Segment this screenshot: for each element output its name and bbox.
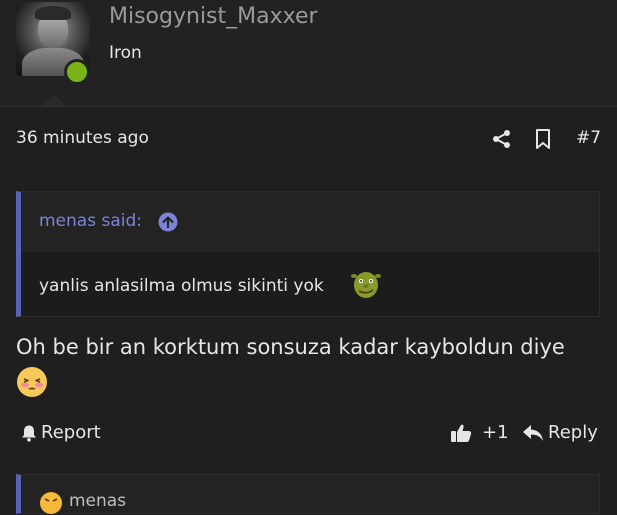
like-button[interactable]: +1 [450,422,509,443]
reply-label: Reply [548,422,598,443]
blush-emoji-icon [17,367,47,397]
angry-emoji-icon [40,492,62,514]
post-number-link[interactable]: #7 [576,128,601,148]
quote-author-link[interactable]: menas said: [39,211,142,231]
report-label: Report [41,422,101,443]
bookmark-icon[interactable] [534,129,552,149]
header-pointer [42,94,66,106]
next-quote-author[interactable]: menas [69,491,126,511]
user-rank: Iron [109,43,142,63]
reply-button[interactable]: Reply [522,422,598,443]
thumbs-up-icon [451,424,472,442]
arrow-up-circle-icon[interactable] [158,212,178,232]
post-timestamp[interactable]: 36 minutes ago [16,128,149,148]
quote-text: yanlis anlasilma olmus sikinti yok [39,276,324,296]
online-status-dot [64,59,90,85]
like-count: +1 [482,422,509,443]
quote-block: menas said: yanlis anlasilma olmus sikin… [16,191,600,317]
quote-header: menas said: [21,192,599,252]
next-quote-block: menas [16,474,600,514]
bell-icon [22,425,36,442]
username-link[interactable]: Misogynist_Maxxer [109,4,318,29]
shrek-emoji-icon [351,272,381,298]
reply-arrow-icon [523,424,543,441]
post-message: Oh be bir an korktum sonsuza kadar kaybo… [16,335,565,359]
post-header: Misogynist_Maxxer Iron [0,0,617,106]
divider [0,106,617,107]
share-icon[interactable] [492,129,512,149]
report-button[interactable]: Report [20,422,101,443]
